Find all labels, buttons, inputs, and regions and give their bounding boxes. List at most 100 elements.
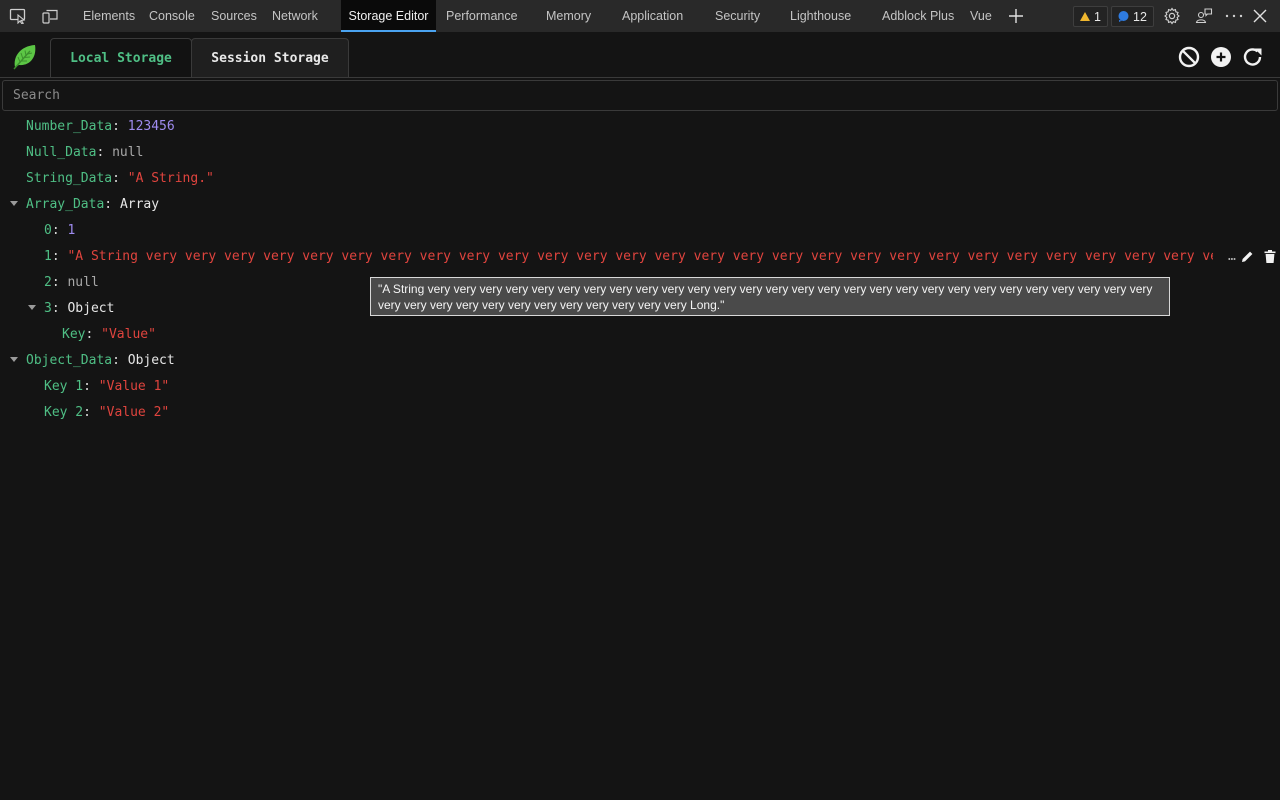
separator: : bbox=[112, 118, 128, 134]
separator: : bbox=[51, 300, 68, 316]
entry-type: Object bbox=[67, 300, 115, 316]
expand-arrow-icon[interactable] bbox=[10, 201, 18, 206]
tree-row-object-key-1[interactable]: Key 1: "Value 1" bbox=[44, 373, 169, 399]
tab-label: Lighthouse bbox=[790, 9, 852, 23]
tab-label: Storage Editor bbox=[348, 9, 429, 23]
entry-key: Number_Data bbox=[26, 118, 113, 134]
separator: : bbox=[96, 144, 113, 160]
entry-value: "A String very very very very very very … bbox=[67, 248, 1213, 264]
tab-label: Performance bbox=[446, 9, 518, 23]
refresh-button[interactable] bbox=[1241, 45, 1265, 69]
messages-count: 12 bbox=[1133, 9, 1147, 24]
entry-value: 1 bbox=[67, 222, 76, 238]
entry-value: "Value" bbox=[101, 326, 156, 342]
tab-session-storage[interactable]: Session Storage bbox=[191, 38, 349, 78]
tab-label: Adblock Plus bbox=[882, 9, 955, 23]
tab-console[interactable]: Console bbox=[149, 0, 195, 32]
tab-vue[interactable]: Vue bbox=[970, 0, 992, 32]
tree-row-nested-key[interactable]: Key: "Value" bbox=[62, 321, 156, 347]
warning-icon bbox=[1080, 12, 1090, 21]
entry-key: Object_Data bbox=[26, 352, 113, 368]
tab-label: Console bbox=[149, 9, 195, 23]
separator: : bbox=[85, 326, 102, 342]
expand-arrow-icon[interactable] bbox=[10, 357, 18, 362]
header-divider bbox=[0, 77, 1280, 78]
entry-key: Null_Data bbox=[26, 144, 97, 160]
tab-storage-editor[interactable]: Storage Editor bbox=[341, 0, 436, 32]
tab-label: Session Storage bbox=[211, 51, 329, 66]
entry-key: Key 1 bbox=[44, 378, 84, 394]
tab-memory[interactable]: Memory bbox=[546, 0, 591, 32]
tree-row-string-data[interactable]: String_Data: "A String." bbox=[26, 165, 214, 191]
entry-key: 0 bbox=[44, 222, 52, 238]
row-actions bbox=[1241, 243, 1276, 269]
feedback-icon[interactable] bbox=[1188, 0, 1220, 32]
settings-gear-icon[interactable] bbox=[1156, 0, 1188, 32]
messages-badge[interactable]: 12 bbox=[1111, 6, 1154, 27]
tab-security[interactable]: Security bbox=[715, 0, 760, 32]
tree-row-array-item-0[interactable]: 0: 1 bbox=[44, 217, 75, 243]
devtools-toolbar: Elements Console Sources Network Storage… bbox=[0, 0, 1280, 32]
tree-row-number-data[interactable]: Number_Data: 123456 bbox=[26, 113, 175, 139]
entry-value: null bbox=[67, 274, 99, 290]
tab-adblock-plus[interactable]: Adblock Plus bbox=[882, 0, 954, 32]
entry-key: 2 bbox=[44, 274, 52, 290]
tree-row-array-item-3[interactable]: 3: Object bbox=[44, 295, 114, 321]
separator: : bbox=[83, 404, 99, 420]
separator: : bbox=[83, 378, 99, 394]
block-icon bbox=[1178, 46, 1200, 68]
tree-row-object-key-2[interactable]: Key 2: "Value 2" bbox=[44, 399, 169, 425]
entry-value: null bbox=[112, 144, 144, 160]
tree-row-array-item-2[interactable]: 2: null bbox=[44, 269, 99, 295]
close-icon[interactable] bbox=[1244, 0, 1276, 32]
entry-key: 3 bbox=[44, 300, 52, 316]
expand-arrow-icon[interactable] bbox=[28, 305, 36, 310]
truncation-ellipsis: … bbox=[1228, 248, 1236, 264]
tree-row-object-data[interactable]: Object_Data: Object bbox=[26, 347, 175, 373]
refresh-icon bbox=[1243, 48, 1262, 66]
add-item-button[interactable] bbox=[1209, 45, 1233, 69]
tab-application[interactable]: Application bbox=[622, 0, 683, 32]
entry-key: Key 2 bbox=[44, 404, 84, 420]
edit-pencil-icon[interactable] bbox=[1241, 250, 1254, 263]
tab-elements[interactable]: Elements bbox=[83, 0, 135, 32]
clear-all-button[interactable] bbox=[1177, 45, 1201, 69]
entry-value: "A String." bbox=[127, 170, 214, 186]
entry-key: Array_Data bbox=[26, 196, 105, 212]
tab-label: Network bbox=[272, 9, 318, 23]
entry-type: Array bbox=[119, 196, 160, 212]
tooltip-text: "A String very very very very very very … bbox=[378, 282, 1153, 312]
device-emulation-icon[interactable] bbox=[34, 0, 66, 32]
tree-row-array-item-1[interactable]: 1: "A String very very very very very ve… bbox=[0, 243, 1280, 269]
tab-network[interactable]: Network bbox=[272, 0, 318, 32]
tab-performance[interactable]: Performance bbox=[446, 0, 518, 32]
tab-label: Local Storage bbox=[70, 51, 172, 66]
separator: : bbox=[112, 170, 128, 186]
warnings-count: 1 bbox=[1094, 9, 1101, 24]
plus-circle-icon bbox=[1211, 47, 1231, 67]
tab-label: Memory bbox=[546, 9, 592, 23]
add-tab-icon[interactable] bbox=[1000, 0, 1032, 32]
delete-trash-icon[interactable] bbox=[1264, 249, 1276, 263]
warnings-badge[interactable]: 1 bbox=[1073, 6, 1108, 27]
tab-label: Vue bbox=[970, 9, 992, 23]
separator: : bbox=[112, 352, 128, 368]
entry-value: "Value 2" bbox=[98, 404, 170, 420]
inspect-element-icon[interactable] bbox=[2, 0, 34, 32]
leaf-logo-icon bbox=[10, 41, 40, 71]
separator: : bbox=[51, 222, 68, 238]
tab-sources[interactable]: Sources bbox=[211, 0, 257, 32]
tree-row-array-data[interactable]: Array_Data: Array bbox=[26, 191, 159, 217]
search-input[interactable] bbox=[2, 80, 1278, 111]
entry-value: 123456 bbox=[127, 118, 175, 134]
tree-row-null-data[interactable]: Null_Data: null bbox=[26, 139, 143, 165]
value-tooltip: "A String very very very very very very … bbox=[370, 277, 1170, 316]
tab-label: Application bbox=[622, 9, 684, 23]
tab-local-storage[interactable]: Local Storage bbox=[50, 38, 192, 78]
entry-key: 1 bbox=[44, 248, 52, 264]
tab-lighthouse[interactable]: Lighthouse bbox=[790, 0, 851, 32]
message-icon bbox=[1118, 11, 1129, 22]
entry-value: "Value 1" bbox=[98, 378, 170, 394]
separator: : bbox=[51, 274, 68, 290]
entry-key: Key bbox=[62, 326, 86, 342]
